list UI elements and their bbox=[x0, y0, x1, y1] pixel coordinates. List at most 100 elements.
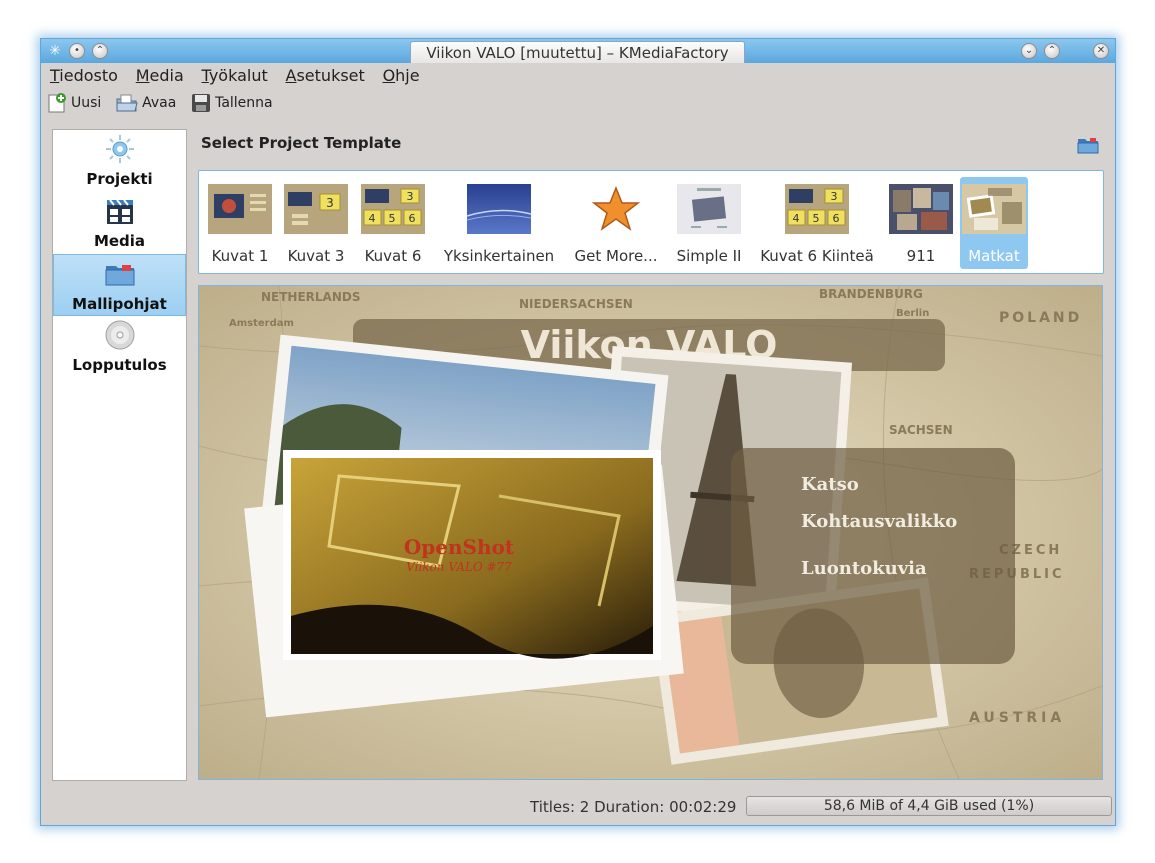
new-document-icon bbox=[48, 93, 66, 113]
menu-media[interactable]: Media bbox=[136, 66, 184, 85]
menu-ohje[interactable]: Ohje bbox=[383, 66, 420, 85]
menu-tyokalut[interactable]: Työkalut bbox=[202, 66, 268, 85]
overlay-title: OpenShot bbox=[404, 535, 515, 559]
template-label: 911 bbox=[906, 247, 936, 265]
map-label: SACHSEN bbox=[889, 423, 953, 437]
map-label: BRANDENBURG bbox=[819, 287, 923, 301]
template-label: Kuvat 6 Kiinteä bbox=[760, 247, 874, 265]
sidebar-item-label: Media bbox=[93, 232, 146, 250]
map-label: NETHERLANDS bbox=[261, 290, 361, 304]
map-label: Berlin bbox=[896, 308, 929, 319]
map-label: AUSTRIA bbox=[969, 710, 1065, 726]
template-kuvat-1[interactable]: Kuvat 1 bbox=[205, 177, 275, 269]
preview-menu-item: Katso bbox=[801, 474, 859, 495]
template-thumbnail bbox=[962, 184, 1026, 234]
template-get-more[interactable]: Get More... bbox=[569, 177, 663, 269]
svg-text:4: 4 bbox=[793, 212, 800, 225]
window-title: Viikon VALO [muutettu] – KMediaFactory bbox=[410, 41, 745, 63]
disk-usage-bar: 58,6 MiB of 4,4 GiB used (1%) bbox=[746, 796, 1112, 816]
disc-icon bbox=[105, 320, 134, 350]
template-911[interactable]: 911 bbox=[886, 177, 956, 269]
menu-label: setukset bbox=[296, 66, 365, 85]
sidebar-item-label: Mallipohjat bbox=[72, 295, 167, 313]
svg-text:6: 6 bbox=[409, 212, 416, 225]
menu-accel: T bbox=[50, 66, 60, 85]
new-button[interactable]: Uusi bbox=[47, 92, 101, 114]
svg-text:4: 4 bbox=[369, 212, 376, 225]
status-bar: Titles: 2 Duration: 00:02:29 58,6 MiB of… bbox=[41, 794, 1115, 820]
menu-label: edia bbox=[149, 66, 184, 85]
template-simple-ii[interactable]: Simple II bbox=[673, 177, 745, 269]
template-kuvat-3[interactable]: 3 Kuvat 3 bbox=[281, 177, 351, 269]
menu-label: iedosto bbox=[59, 66, 118, 85]
template-label: Yksinkertainen bbox=[443, 247, 555, 265]
template-matkat[interactable]: Matkat bbox=[960, 177, 1028, 269]
template-label: Kuvat 1 bbox=[211, 247, 269, 265]
folder-icon[interactable] bbox=[1077, 136, 1099, 154]
main-window: ✳ • ⌃ Viikon VALO [muutettu] – KMediaFac… bbox=[40, 38, 1116, 826]
menu-asetukset[interactable]: Asetukset bbox=[286, 66, 365, 85]
template-yksinkertainen[interactable]: Yksinkertainen bbox=[436, 177, 562, 269]
sidebar-item-label: Lopputulos bbox=[72, 356, 167, 374]
maximize-icon[interactable]: ⌃ bbox=[1044, 43, 1060, 59]
open-folder-icon bbox=[116, 94, 138, 112]
sidebar-item-mallipohjat[interactable]: Mallipohjat bbox=[53, 254, 186, 316]
template-label: Simple II bbox=[676, 247, 742, 265]
settings-icon bbox=[105, 135, 134, 163]
sidebar-item-projekti[interactable]: Projekti bbox=[53, 130, 186, 192]
svg-text:3: 3 bbox=[831, 190, 838, 203]
menu-accel: A bbox=[285, 66, 297, 85]
svg-text:6: 6 bbox=[833, 212, 840, 225]
minimize-icon[interactable]: ⌄ bbox=[1021, 43, 1037, 59]
keep-above-icon[interactable]: ⌃ bbox=[92, 43, 108, 59]
save-button[interactable]: Tallenna bbox=[191, 92, 273, 114]
template-kuvat-6-kiintea[interactable]: 3 4 5 6 Kuvat 6 Kiinteä bbox=[754, 177, 880, 269]
menu-accel: T bbox=[201, 66, 209, 85]
template-thumbnail bbox=[208, 184, 272, 234]
star-icon bbox=[591, 185, 641, 231]
template-thumbnail bbox=[467, 184, 531, 234]
menu-label: yökalut bbox=[208, 66, 268, 85]
save-button-label: Tallenna bbox=[215, 95, 273, 111]
svg-text:3: 3 bbox=[326, 196, 334, 210]
new-button-label: Uusi bbox=[71, 95, 102, 111]
toolbar: Uusi Avaa Tallenna bbox=[47, 92, 283, 118]
template-label: Get More... bbox=[574, 247, 658, 265]
sidebar-item-media[interactable]: Media bbox=[53, 192, 186, 254]
template-label: Kuvat 6 bbox=[364, 247, 422, 265]
minimize-all-icon[interactable]: • bbox=[69, 43, 85, 59]
save-disk-icon bbox=[192, 94, 211, 112]
template-thumbnail: 3 4 5 6 bbox=[361, 184, 425, 234]
template-preview: NETHERLANDS NIEDERSACHSEN BRANDENBURG PO… bbox=[198, 285, 1103, 780]
close-icon[interactable]: ✕ bbox=[1093, 43, 1109, 59]
menu-accel: O bbox=[382, 66, 396, 85]
svg-text:5: 5 bbox=[389, 212, 396, 225]
template-label: Matkat bbox=[968, 247, 1020, 265]
open-button-label: Avaa bbox=[142, 95, 177, 111]
overlay-subtitle: Viikon VALO #77 bbox=[406, 560, 512, 574]
media-icon bbox=[106, 199, 133, 224]
sidebar-item-lopputulos[interactable]: Lopputulos bbox=[53, 316, 186, 378]
open-button[interactable]: Avaa bbox=[116, 92, 176, 114]
app-menu-icon[interactable]: ✳ bbox=[47, 43, 63, 59]
map-label: Amsterdam bbox=[229, 318, 294, 329]
svg-text:3: 3 bbox=[407, 190, 414, 203]
menu-bar: Tiedosto Media Työkalut Asetukset Ohje bbox=[50, 66, 433, 88]
template-list: Kuvat 1 3 Kuvat 3 3 4 5 6 Kuvat 6 Yksink… bbox=[198, 170, 1104, 274]
preview-menu-item: Luontokuvia bbox=[801, 558, 927, 579]
menu-tiedosto[interactable]: Tiedosto bbox=[50, 66, 118, 85]
template-thumbnail: 3 4 5 6 bbox=[785, 184, 849, 234]
sidebar-item-label: Projekti bbox=[86, 170, 153, 188]
preview-menu-item: Kohtausvalikko bbox=[801, 511, 957, 532]
section-heading: Select Project Template bbox=[201, 134, 402, 152]
status-text: Titles: 2 Duration: 00:02:29 bbox=[530, 798, 737, 816]
template-thumbnail: 3 bbox=[284, 184, 348, 234]
map-label: POLAND bbox=[999, 310, 1082, 326]
template-kuvat-6[interactable]: 3 4 5 6 Kuvat 6 bbox=[358, 177, 428, 269]
preview-image: NETHERLANDS NIEDERSACHSEN BRANDENBURG PO… bbox=[199, 286, 1102, 779]
title-bar[interactable]: ✳ • ⌃ Viikon VALO [muutettu] – KMediaFac… bbox=[41, 39, 1115, 63]
template-thumbnail bbox=[889, 184, 953, 234]
map-label: NIEDERSACHSEN bbox=[519, 297, 633, 311]
folder-icon bbox=[105, 265, 134, 286]
sidebar: Projekti Media Mallipohjat Lopputulos bbox=[52, 129, 187, 781]
